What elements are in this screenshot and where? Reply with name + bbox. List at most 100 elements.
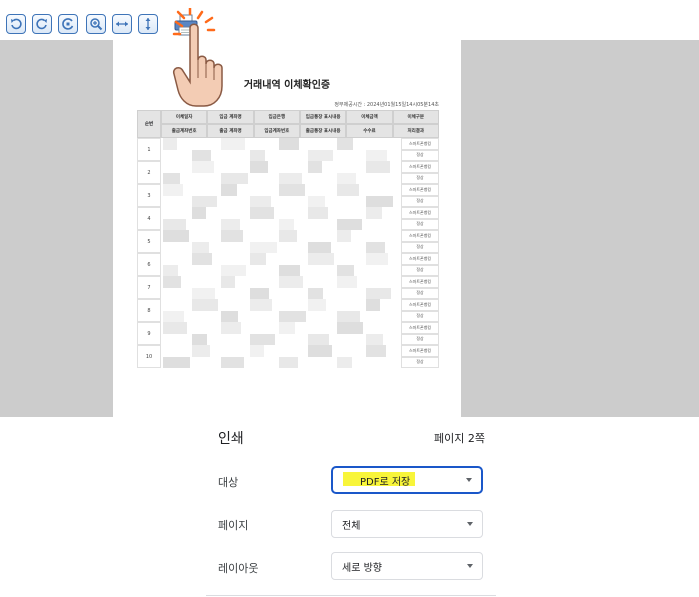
redacted-cell	[163, 218, 186, 230]
redacted-cell	[192, 287, 215, 299]
table-row-number: 3	[137, 184, 161, 207]
document-title: 거래내역 이체확인증	[243, 80, 331, 91]
redacted-cell	[366, 207, 382, 219]
redacted-cell	[250, 195, 271, 207]
rotate-left-button[interactable]	[6, 14, 26, 34]
redacted-cell	[279, 264, 300, 276]
table-result-cell: 정상	[401, 149, 439, 161]
redacted-cell	[192, 253, 212, 265]
redacted-cell	[308, 345, 332, 357]
redacted-cell	[308, 207, 328, 219]
table-result-cell: 정상	[401, 310, 439, 322]
table-result-cell: 스마트폰뱅킹	[401, 161, 439, 173]
redacted-cell	[337, 322, 363, 334]
table-result-cell: 스마트폰뱅킹	[401, 184, 439, 196]
redacted-cell	[366, 161, 390, 173]
fit-width-button[interactable]	[112, 14, 132, 34]
redacted-cell	[279, 172, 302, 184]
redacted-cell	[337, 276, 357, 288]
table-result-cell: 정상	[401, 241, 439, 253]
redacted-cell	[250, 287, 269, 299]
table-result-cell: 정상	[401, 172, 439, 184]
transaction-table: 순번 이체일자 입금 계좌명 입금은행 입금통장 표시내용 이체금액 이체구분 출금계좌번…	[137, 110, 439, 370]
redacted-cell	[221, 230, 243, 242]
panel-divider	[206, 595, 496, 596]
redacted-cell	[279, 184, 305, 196]
redacted-cell	[337, 264, 354, 276]
redacted-cell	[308, 333, 329, 345]
hand-pointer-icon	[172, 8, 223, 107]
rotate-right-button[interactable]	[32, 14, 52, 34]
table-row-number: 9	[137, 322, 161, 345]
redacted-cell	[250, 161, 268, 173]
redacted-cell	[337, 172, 356, 184]
table-result-cell: 스마트폰뱅킹	[401, 322, 439, 334]
redacted-cell	[221, 264, 246, 276]
table-row-number: 1	[137, 138, 161, 161]
print-title: 인쇄	[218, 431, 244, 447]
table-row-number: 6	[137, 253, 161, 276]
table-result-cell: 스마트폰뱅킹	[401, 253, 439, 265]
redacted-cell	[250, 253, 266, 265]
table-header-row-1: 이체일자 입금 계좌명 입금은행 입금통장 표시내용 이체금액 이체구분	[161, 110, 439, 124]
layout-select[interactable]: 세로 방향	[331, 552, 483, 580]
redacted-cell	[337, 138, 353, 150]
redacted-cell	[308, 299, 326, 311]
table-header-cell: 입금 계좌명	[207, 110, 254, 124]
table-row-number: 8	[137, 299, 161, 322]
pages-label: 페이지	[218, 519, 249, 532]
table-result-cell: 정상	[401, 195, 439, 207]
refresh-icon	[62, 18, 74, 30]
redacted-cell	[221, 276, 235, 288]
redacted-cell	[366, 149, 387, 161]
redacted-cell	[192, 241, 209, 253]
redacted-cell	[163, 356, 190, 368]
redacted-cell	[366, 345, 386, 357]
redacted-cell	[279, 356, 298, 368]
table-result-cell: 정상	[401, 218, 439, 230]
redacted-cell	[250, 241, 277, 253]
print-dialog: 거래내역 이체확인증 정부제공시간 : 2024년01월15일14시05분14초…	[0, 0, 699, 597]
table-result-cell: 정상	[401, 264, 439, 276]
pages-select[interactable]: 전체	[331, 510, 483, 538]
table-header-cell: 입금통장 표시내용	[299, 110, 347, 124]
redacted-cell	[163, 276, 181, 288]
rotate-right-icon	[36, 18, 47, 30]
refresh-button[interactable]	[58, 14, 78, 34]
redacted-cell	[366, 333, 383, 345]
layout-value: 세로 방향	[342, 562, 382, 574]
table-result-cell: 스마트폰뱅킹	[401, 276, 439, 288]
preview-page: 거래내역 이체확인증 정부제공시간 : 2024년01월15일14시05분14초…	[113, 40, 461, 417]
zoom-in-icon	[90, 18, 103, 31]
destination-value: PDF로 저장	[360, 476, 411, 488]
redacted-cell	[221, 322, 241, 334]
redacted-cell	[163, 172, 180, 184]
table-row-number: 10	[137, 345, 161, 368]
redacted-cell	[163, 310, 184, 322]
table-header-cell: 이체일자	[161, 110, 208, 124]
rotate-left-icon	[11, 18, 22, 30]
print-preview: 거래내역 이체확인증 정부제공시간 : 2024년01월15일14시05분14초…	[0, 40, 699, 417]
destination-label: 대상	[218, 476, 239, 489]
redacted-cell	[308, 195, 325, 207]
table-row-number: 2	[137, 161, 161, 184]
fit-height-button[interactable]	[138, 14, 158, 34]
redacted-cell	[192, 345, 210, 357]
redacted-cell	[279, 322, 295, 334]
redacted-cell	[308, 253, 334, 265]
table-header-cell: 이체구분	[392, 110, 439, 124]
table-header-cell: 출금 계좌명	[207, 124, 254, 138]
redacted-cell	[163, 264, 178, 276]
redacted-cell	[366, 287, 391, 299]
table-header-cell: 입금은행	[253, 110, 300, 124]
redacted-cell	[192, 195, 217, 207]
table-header-cell: 수수료	[346, 124, 393, 138]
table-result-cell: 정상	[401, 333, 439, 345]
redacted-cell	[366, 299, 380, 311]
zoom-in-button[interactable]	[86, 14, 106, 34]
redacted-cell	[221, 184, 237, 196]
redacted-cell	[337, 230, 351, 242]
redacted-cell	[221, 172, 248, 184]
redacted-cell	[221, 356, 244, 368]
table-header-cell: 출금계좌번호	[161, 124, 208, 138]
